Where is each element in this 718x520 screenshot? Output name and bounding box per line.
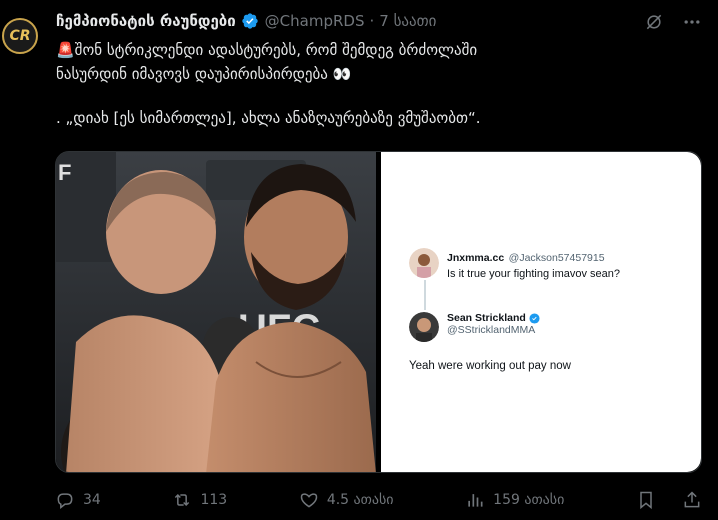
author-handle[interactable]: @ChampRDS <box>265 12 365 30</box>
separator-dot: · <box>369 12 375 30</box>
view-count: 159 ათასი <box>493 492 565 508</box>
author-name[interactable]: ჩემპიონატის რაუნდები <box>56 12 236 30</box>
post-secondary-actions <box>636 490 702 510</box>
grok-icon[interactable] <box>644 12 664 32</box>
author-avatar[interactable]: CR <box>2 18 38 54</box>
like-button[interactable]: 4.5 ათასი <box>299 490 394 510</box>
question-text: Is it true your fighting imavov sean? <box>447 268 621 280</box>
verified-badge-icon <box>241 13 258 29</box>
reply-tweet: Sean Strickland @SStricklandMMA <box>409 312 540 342</box>
reply-avatar <box>409 312 439 342</box>
reply-button[interactable]: 34 <box>55 490 101 510</box>
heart-icon <box>300 493 318 508</box>
embedded-tweet-screenshot[interactable]: Jnxmma.cc @Jackson57457915 Is it true yo… <box>381 152 701 472</box>
post-media: F UFC Jnxmma.cc @Jackson57457915 Is it t… <box>55 151 702 473</box>
repost-button[interactable]: 113 <box>172 490 227 510</box>
repost-count: 113 <box>200 492 228 508</box>
post-text: 🚨შონ სტრიკლენდი ადასტურებს, რომ შემდეგ ბ… <box>56 38 676 130</box>
reply-text: Yeah were working out pay now <box>409 360 571 372</box>
share-icon[interactable] <box>682 490 702 510</box>
faceoff-photo[interactable]: F UFC <box>56 152 376 472</box>
post-top-actions <box>644 12 702 32</box>
post-timestamp[interactable]: 7 საათი <box>379 12 436 30</box>
more-options-icon[interactable] <box>682 12 702 32</box>
reply-icon <box>57 493 73 510</box>
question-tweet: Jnxmma.cc @Jackson57457915 Is it true yo… <box>409 248 620 280</box>
post-header: ჩემპიონატის რაუნდები @ChampRDS · 7 საათი <box>56 10 436 32</box>
question-avatar <box>409 248 439 278</box>
bookmark-icon[interactable] <box>636 490 656 510</box>
question-author-handle: @Jackson57457915 <box>508 252 605 264</box>
question-author-name: Jnxmma.cc <box>447 252 505 264</box>
reply-count: 34 <box>83 492 101 508</box>
post-text-line: . „დიახ [ეს სიმართლეა], ახლა ანაზღაურება… <box>56 109 481 127</box>
reply-author-name: Sean Strickland <box>447 312 526 324</box>
post-text-line: ნასურდინ იმავოვს დაუპირისპირდება 👀 <box>56 65 352 83</box>
reply-author-handle: @SStricklandMMA <box>447 324 536 336</box>
post-actions-bar: 34 113 4.5 ათასი 159 ათასი <box>55 488 702 512</box>
faceoff-photo-image: F UFC <box>56 152 376 472</box>
banner-letter: F <box>58 160 71 185</box>
reply-verified-icon <box>529 312 540 324</box>
views-button[interactable]: 159 ათასი <box>465 490 564 510</box>
thread-line <box>424 280 426 310</box>
repost-icon <box>175 493 190 507</box>
post-text-line: 🚨შონ სტრიკლენდი ადასტურებს, რომ შემდეგ ბ… <box>56 41 478 59</box>
like-count: 4.5 ათასი <box>326 492 394 508</box>
views-chart-icon <box>468 494 483 507</box>
avatar-logo-text: CR <box>9 28 31 44</box>
